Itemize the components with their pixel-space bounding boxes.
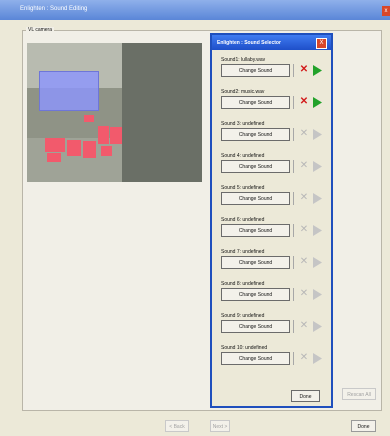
sound-selector-window: Enlighten : Sound Selector X Sound1: lul… xyxy=(210,33,333,408)
row-separator xyxy=(293,192,294,205)
play-sound-icon[interactable] xyxy=(311,96,323,109)
sound-label: Sound 7: undefined xyxy=(221,249,265,255)
close-window-button[interactable]: x xyxy=(382,6,390,16)
camera-red-region[interactable] xyxy=(101,146,112,156)
camera-red-region[interactable] xyxy=(45,138,65,152)
delete-sound-icon[interactable]: ✕ xyxy=(298,351,310,365)
row-separator xyxy=(293,224,294,237)
change-sound-button[interactable]: Change Sound xyxy=(221,320,290,333)
sound-row: Sound 8: undefined Change Sound ✕ xyxy=(220,281,330,309)
sound-label: Sound1: lullaby.wav xyxy=(221,57,266,63)
sound-label: Sound 4: undefined xyxy=(221,153,265,159)
play-sound-icon[interactable] xyxy=(311,256,323,269)
sound-row: Sound2: music.wav Change Sound ✕ xyxy=(220,89,330,117)
sound-row: Sound 6: undefined Change Sound ✕ xyxy=(220,217,330,245)
sound-label: Sound 10: undefined xyxy=(221,345,268,351)
row-separator xyxy=(293,320,294,333)
delete-sound-icon[interactable]: ✕ xyxy=(298,159,310,173)
window-title: Enlighten : Sound Editing xyxy=(20,6,88,12)
sound-label: Sound 3: undefined xyxy=(221,121,265,127)
selector-close-button[interactable]: X xyxy=(316,38,327,49)
change-sound-button[interactable]: Change Sound xyxy=(221,64,290,77)
delete-sound-icon[interactable]: ✕ xyxy=(298,255,310,269)
camera-red-region[interactable] xyxy=(67,140,81,156)
delete-sound-icon[interactable]: ✕ xyxy=(298,223,310,237)
play-sound-icon[interactable] xyxy=(311,288,323,301)
selector-title: Enlighten : Sound Selector xyxy=(217,40,281,46)
delete-sound-icon[interactable]: ✕ xyxy=(298,127,310,141)
row-separator xyxy=(293,64,294,77)
sound-row: Sound 4: undefined Change Sound ✕ xyxy=(220,153,330,181)
camera-red-region[interactable] xyxy=(47,153,61,162)
row-separator xyxy=(293,128,294,141)
camera-red-region[interactable] xyxy=(110,127,122,144)
change-sound-button[interactable]: Change Sound xyxy=(221,192,290,205)
change-sound-button[interactable]: Change Sound xyxy=(221,224,290,237)
camera-door xyxy=(122,43,202,182)
title-bar: Enlighten : Sound Editing x xyxy=(0,0,390,20)
camera-group-label: VL camera xyxy=(26,27,54,33)
play-sound-icon[interactable] xyxy=(311,128,323,141)
delete-sound-icon[interactable]: ✕ xyxy=(298,319,310,333)
sound-row: Sound 9: undefined Change Sound ✕ xyxy=(220,313,330,341)
row-separator xyxy=(293,96,294,109)
row-separator xyxy=(293,352,294,365)
delete-sound-icon[interactable]: ✕ xyxy=(298,287,310,301)
row-separator xyxy=(293,256,294,269)
play-sound-icon[interactable] xyxy=(311,64,323,77)
change-sound-button[interactable]: Change Sound xyxy=(221,96,290,109)
change-sound-button[interactable]: Change Sound xyxy=(221,288,290,301)
camera-red-region[interactable] xyxy=(84,115,94,122)
sound-label: Sound2: music.wav xyxy=(221,89,265,95)
sound-label: Sound 8: undefined xyxy=(221,281,265,287)
selector-done-button[interactable]: Done xyxy=(291,390,320,402)
camera-red-region[interactable] xyxy=(98,126,109,144)
sound-row: Sound1: lullaby.wav Change Sound ✕ xyxy=(220,57,330,85)
row-separator xyxy=(293,160,294,173)
play-sound-icon[interactable] xyxy=(311,320,323,333)
sound-row: Sound 5: undefined Change Sound ✕ xyxy=(220,185,330,213)
delete-sound-icon[interactable]: ✕ xyxy=(298,63,310,77)
camera-blue-region[interactable] xyxy=(39,71,99,111)
camera-preview xyxy=(27,43,202,182)
sound-editing-window: Enlighten : Sound Editing x VL camera En… xyxy=(0,0,390,436)
next-button[interactable]: Next > xyxy=(210,420,230,432)
done-button[interactable]: Done xyxy=(351,420,376,432)
change-sound-button[interactable]: Change Sound xyxy=(221,160,290,173)
sound-row: Sound 10: undefined Change Sound ✕ xyxy=(220,345,330,373)
sound-label: Sound 6: undefined xyxy=(221,217,265,223)
rescan-all-button[interactable]: Rescan All xyxy=(342,388,376,400)
delete-sound-icon[interactable]: ✕ xyxy=(298,95,310,109)
delete-sound-icon[interactable]: ✕ xyxy=(298,191,310,205)
sound-label: Sound 5: undefined xyxy=(221,185,265,191)
play-sound-icon[interactable] xyxy=(311,352,323,365)
play-sound-icon[interactable] xyxy=(311,160,323,173)
camera-red-region[interactable] xyxy=(83,141,96,158)
sound-row: Sound 7: undefined Change Sound ✕ xyxy=(220,249,330,277)
selector-title-bar: Enlighten : Sound Selector X xyxy=(212,35,331,50)
back-button[interactable]: < Back xyxy=(165,420,189,432)
change-sound-button[interactable]: Change Sound xyxy=(221,352,290,365)
sound-row: Sound 3: undefined Change Sound ✕ xyxy=(220,121,330,149)
change-sound-button[interactable]: Change Sound xyxy=(221,128,290,141)
play-sound-icon[interactable] xyxy=(311,224,323,237)
play-sound-icon[interactable] xyxy=(311,192,323,205)
sound-label: Sound 9: undefined xyxy=(221,313,265,319)
row-separator xyxy=(293,288,294,301)
change-sound-button[interactable]: Change Sound xyxy=(221,256,290,269)
